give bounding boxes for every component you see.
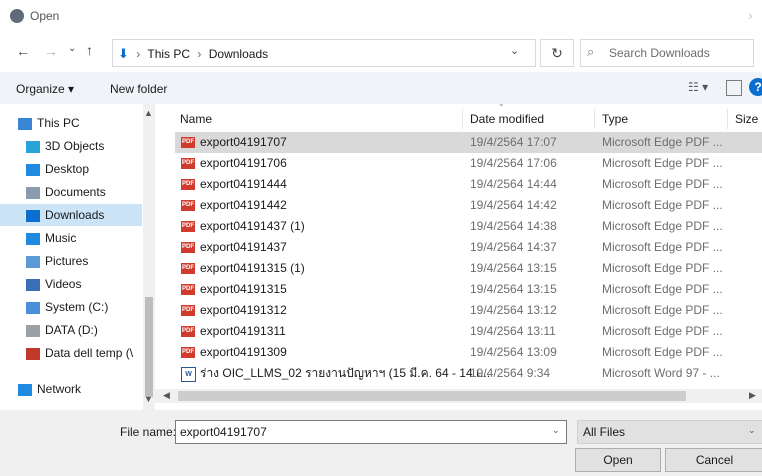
pdf-file-icon: PDF: [181, 137, 195, 148]
new-folder-button[interactable]: New folder: [110, 82, 167, 96]
column-header-type[interactable]: Type: [602, 112, 628, 126]
nav-item-downloads[interactable]: Downloads: [0, 204, 142, 226]
pdf-file-icon: PDF: [181, 179, 195, 190]
drive-icon: [26, 301, 40, 314]
pdf-file-icon: PDF: [181, 221, 195, 232]
pdf-file-icon: PDF: [181, 284, 195, 295]
search-placeholder: Search Downloads: [609, 46, 710, 60]
column-header-date[interactable]: Date modified: [470, 112, 544, 126]
nav-item-data-dell-temp[interactable]: Data dell temp (\: [0, 342, 155, 364]
file-row[interactable]: PDF export04191312 19/4/2564 13:12 Micro…: [175, 300, 762, 321]
file-row[interactable]: PDF export04191311 19/4/2564 13:11 Micro…: [175, 321, 762, 342]
file-row[interactable]: PDF export04191315 19/4/2564 13:15 Micro…: [175, 279, 762, 300]
up-arrow-icon[interactable]: ↑: [86, 42, 93, 58]
breadcrumb-downloads[interactable]: Downloads: [209, 47, 268, 61]
videos-icon: [26, 278, 40, 291]
nav-item-system-c[interactable]: System (C:): [0, 296, 155, 318]
cube-icon: [26, 140, 40, 153]
column-header-size[interactable]: Size: [735, 112, 758, 126]
file-name-label: File name:: [120, 425, 177, 439]
file-row[interactable]: W ร่าง OIC_LLMS_02 รายงานปัญหาฯ (15 มี.ค…: [175, 363, 762, 384]
column-header-name[interactable]: Name: [180, 112, 212, 126]
breadcrumb-separator-icon: ›: [197, 47, 202, 61]
horizontal-scrollbar-thumb[interactable]: [178, 391, 686, 401]
view-options-icon[interactable]: ☷ ▾: [688, 80, 708, 94]
music-icon: [26, 232, 40, 245]
download-icon: [26, 209, 40, 222]
pdf-file-icon: PDF: [181, 263, 195, 274]
preview-pane-icon[interactable]: [726, 80, 742, 96]
file-row[interactable]: PDF export04191437 19/4/2564 14:37 Micro…: [175, 237, 762, 258]
nav-item-data-d[interactable]: DATA (D:): [0, 319, 155, 341]
drive-icon: [26, 324, 40, 337]
pdf-file-icon: PDF: [181, 347, 195, 358]
file-row[interactable]: PDF export04191437 (1) 19/4/2564 14:38 M…: [175, 216, 762, 237]
navigation-pane: This PC 3D Objects Desktop Documents Dow…: [0, 104, 155, 410]
column-divider[interactable]: [462, 109, 463, 129]
search-icon: ⌕: [587, 44, 595, 59]
help-icon[interactable]: ?: [749, 78, 762, 96]
back-arrow-icon[interactable]: ←: [16, 43, 30, 59]
organize-button[interactable]: Organize ▾: [16, 82, 74, 96]
word-file-icon: W: [181, 367, 196, 382]
nav-scrollbar-thumb[interactable]: [145, 297, 153, 397]
scroll-right-icon[interactable]: ▶: [749, 390, 756, 401]
network-drive-icon: [26, 347, 40, 360]
nav-item-this-pc[interactable]: This PC: [0, 112, 155, 134]
nav-item-pictures[interactable]: Pictures: [0, 250, 155, 272]
documents-icon: [26, 186, 40, 199]
breadcrumb-this-pc[interactable]: This PC: [147, 47, 190, 61]
download-folder-icon: ⬇: [118, 46, 129, 61]
pdf-file-icon: PDF: [181, 305, 195, 316]
breadcrumb-separator-icon: ›: [136, 47, 141, 61]
column-divider[interactable]: [594, 109, 595, 129]
file-type-value: All Files: [583, 425, 626, 439]
address-dropdown-icon[interactable]: ⌄: [510, 44, 519, 57]
refresh-button[interactable]: ↻: [540, 39, 574, 67]
forward-arrow-icon[interactable]: →: [44, 43, 58, 59]
scroll-down-icon[interactable]: ▼: [144, 394, 153, 404]
nav-item-desktop[interactable]: Desktop: [0, 158, 155, 180]
chevron-right-icon: ›: [748, 7, 753, 23]
nav-item-network[interactable]: Network: [0, 378, 155, 400]
nav-item-documents[interactable]: Documents: [0, 181, 155, 203]
file-row[interactable]: PDF export04191706 19/4/2564 17:06 Micro…: [175, 153, 762, 174]
dialog-title: Open: [30, 9, 60, 23]
file-row[interactable]: PDF export04191315 (1) 19/4/2564 13:15 M…: [175, 258, 762, 279]
file-row[interactable]: PDF export04191444 19/4/2564 14:44 Micro…: [175, 174, 762, 195]
pictures-icon: [26, 255, 40, 268]
pdf-file-icon: PDF: [181, 158, 195, 169]
recent-dropdown-icon[interactable]: ⌄: [68, 43, 76, 54]
scroll-left-icon[interactable]: ◀: [163, 390, 170, 401]
nav-item-music[interactable]: Music: [0, 227, 155, 249]
scroll-up-icon[interactable]: ▲: [144, 108, 153, 118]
chevron-down-icon[interactable]: ⌄: [552, 425, 560, 436]
app-icon: [10, 9, 24, 23]
refresh-icon: ↻: [551, 45, 563, 61]
pdf-file-icon: PDF: [181, 326, 195, 337]
column-divider[interactable]: [727, 109, 728, 129]
title-bar: [0, 0, 762, 32]
sort-indicator-icon: ⌄: [498, 99, 505, 108]
file-row[interactable]: PDF export04191442 19/4/2564 14:42 Micro…: [175, 195, 762, 216]
nav-item-3d-objects[interactable]: 3D Objects: [0, 135, 155, 157]
file-row[interactable]: PDF export04191309 19/4/2564 13:09 Micro…: [175, 342, 762, 363]
open-button[interactable]: Open: [575, 448, 661, 472]
cancel-button[interactable]: Cancel: [665, 448, 762, 472]
network-icon: [18, 383, 32, 396]
file-name-value: export04191707: [180, 425, 267, 439]
desktop-icon: [26, 163, 40, 176]
file-row[interactable]: PDF export04191707 19/4/2564 17:07 Micro…: [175, 132, 762, 153]
breadcrumb: ⬇ › This PC › Downloads: [118, 46, 268, 62]
pdf-file-icon: PDF: [181, 200, 195, 211]
pdf-file-icon: PDF: [181, 242, 195, 253]
chevron-down-icon[interactable]: ⌄: [748, 425, 756, 436]
pc-icon: [18, 117, 32, 130]
nav-item-videos[interactable]: Videos: [0, 273, 155, 295]
